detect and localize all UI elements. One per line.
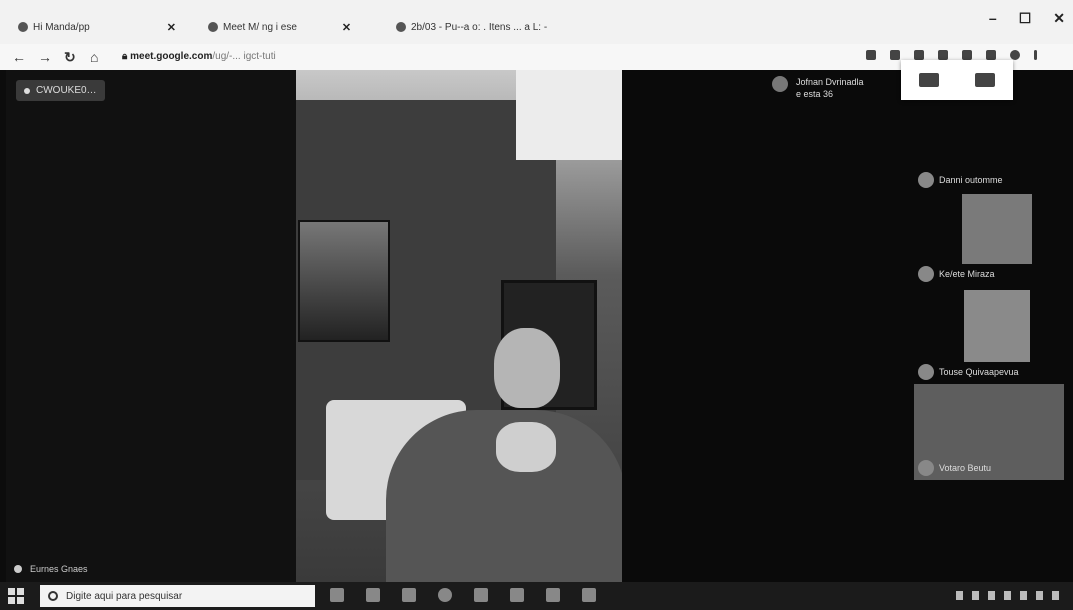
menu-icon[interactable] — [1034, 50, 1037, 60]
reload-icon[interactable]: ↻ — [64, 49, 76, 66]
app-icon[interactable] — [366, 588, 380, 602]
url-field[interactable]: 🔒︎ meet.google.com/ug/-... igct-tuti — [122, 51, 276, 62]
tab-meet[interactable]: Meet M/ ng i ese ✕ — [208, 16, 351, 38]
window-controls: – ☐ ✕ — [989, 10, 1065, 27]
windows-start-icon[interactable] — [8, 588, 24, 604]
tray-icon[interactable] — [1004, 591, 1011, 600]
tray-icon[interactable] — [956, 591, 963, 600]
self-label: Eurnes Gnaes — [14, 564, 88, 574]
back-icon[interactable]: ← — [12, 49, 26, 65]
search-icon — [48, 591, 58, 601]
presentation-badge[interactable]: CWOUKE0… — [16, 80, 105, 101]
self-name: Eurnes Gnaes — [30, 564, 88, 574]
avatar — [918, 266, 934, 282]
star-icon[interactable] — [890, 50, 900, 60]
browser-tab-bar: Hi Manda/pp ✕ Meet M/ ng i ese ✕ 2b/03 -… — [0, 0, 1073, 44]
main-video-feed — [296, 70, 622, 582]
participant-name: Votaro Beutu — [939, 463, 992, 473]
meet-call: CWOUKE0… Jofnan Dvrinadla e esta 36 Dann… — [0, 70, 1073, 582]
mic-icon — [14, 565, 22, 573]
tab-gmail[interactable]: 2b/03 - Pu--a o: . Itens ... a L: - — [396, 16, 547, 38]
left-video-panel: CWOUKE0… — [6, 70, 296, 582]
meet-icon — [208, 22, 218, 32]
app-icon[interactable] — [510, 588, 524, 602]
taskbar-search[interactable]: Digite aqui para pesquisar — [40, 585, 315, 607]
close-window-button[interactable]: ✕ — [1053, 10, 1065, 27]
participant-label: Touse Quivaapevua — [918, 364, 1019, 380]
participant-video[interactable] — [962, 194, 1032, 264]
home-icon[interactable]: ⌂ — [90, 49, 98, 65]
extension-icons — [866, 50, 1037, 60]
participant-name: Touse Quivaapevua — [939, 367, 1019, 377]
extension-icon[interactable] — [986, 50, 996, 60]
tray-icon[interactable] — [988, 591, 995, 600]
tray-icon[interactable] — [1052, 591, 1059, 600]
ceiling — [516, 70, 622, 160]
windows-taskbar: Digite aqui para pesquisar — [0, 582, 1073, 610]
person-hands — [496, 422, 556, 472]
extension-icon[interactable] — [962, 50, 972, 60]
chrome-icon[interactable] — [438, 588, 452, 602]
presenter-status: e esta 36 — [796, 89, 834, 99]
extension-icon[interactable] — [914, 50, 924, 60]
avatar — [918, 172, 934, 188]
chat-icon[interactable] — [975, 73, 995, 87]
forward-icon[interactable]: → — [38, 49, 52, 65]
task-view-icon[interactable] — [330, 588, 344, 602]
participant-label: Votaro Beutu — [918, 460, 991, 476]
meet-extension-popup — [901, 60, 1013, 100]
taskbar-apps — [330, 588, 596, 602]
app-icon[interactable] — [546, 588, 560, 602]
app-icon[interactable] — [402, 588, 416, 602]
close-icon[interactable]: ✕ — [342, 21, 351, 34]
maximize-button[interactable]: ☐ — [1019, 10, 1032, 27]
tab-whatsapp[interactable]: Hi Manda/pp ✕ — [18, 16, 176, 38]
gmail-icon — [396, 22, 406, 32]
presenter-name: Jofnan Dvrinadla — [796, 77, 864, 87]
whatsapp-icon — [18, 22, 28, 32]
tab-label: Meet M/ ng i ese — [223, 21, 297, 33]
tray-icon[interactable] — [972, 591, 979, 600]
key-icon[interactable] — [866, 50, 876, 60]
app-icon[interactable] — [582, 588, 596, 602]
person-head — [494, 328, 560, 408]
tab-label: Hi Manda/pp — [33, 21, 90, 33]
tray-icon[interactable] — [1036, 591, 1043, 600]
avatar — [918, 460, 934, 476]
search-placeholder: Digite aqui para pesquisar — [66, 590, 183, 602]
url-domain: meet.google.com — [130, 51, 213, 62]
tray-icon[interactable] — [1020, 591, 1027, 600]
participant-video[interactable] — [964, 290, 1030, 362]
participant-label: Danni outomme — [918, 172, 1003, 188]
wall-picture — [298, 220, 390, 342]
system-tray — [956, 591, 1059, 600]
url-path: /ug/-... igct-tuti — [212, 51, 276, 62]
avatar — [918, 364, 934, 380]
avatar — [772, 76, 788, 92]
participant-name: Ke/ete Miraza — [939, 269, 995, 279]
participants-icon[interactable] — [919, 73, 939, 87]
close-icon[interactable]: ✕ — [167, 21, 176, 34]
participant-label: Ke/ete Miraza — [918, 266, 995, 282]
extension-icon[interactable] — [938, 50, 948, 60]
presenter-info: Jofnan Dvrinadla e esta 36 — [772, 76, 864, 100]
right-video-area: Jofnan Dvrinadla e esta 36 Danni outomme… — [622, 70, 1073, 582]
minimize-button[interactable]: – — [989, 10, 997, 27]
app-icon[interactable] — [474, 588, 488, 602]
participant-name: Danni outomme — [939, 175, 1003, 185]
record-icon — [24, 87, 30, 94]
badge-label: CWOUKE0… — [36, 85, 97, 96]
lock-icon: 🔒︎ — [122, 51, 131, 62]
tab-label: 2b/03 - Pu--a o: . Itens ... a L: - — [411, 21, 548, 33]
profile-icon[interactable] — [1010, 50, 1020, 60]
